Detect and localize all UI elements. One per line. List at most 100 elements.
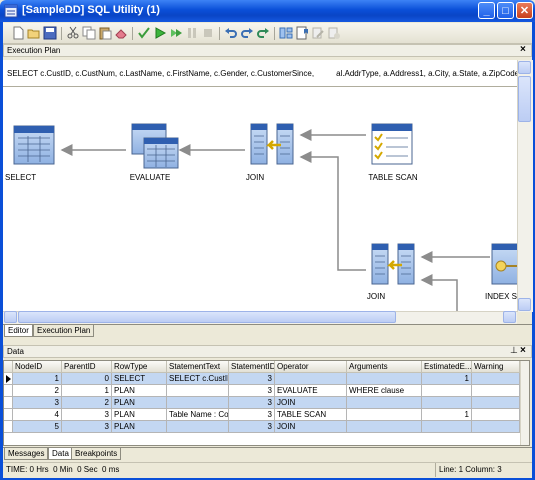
scroll-right-button[interactable] <box>503 311 516 323</box>
undo-icon[interactable] <box>224 26 238 40</box>
cell-nodeid[interactable]: 3 <box>13 397 62 409</box>
tab-data[interactable]: Data <box>48 448 73 460</box>
scroll-left-button[interactable] <box>4 311 17 323</box>
cell-estimated[interactable]: 1 <box>422 409 472 421</box>
pause-icon[interactable] <box>185 26 199 40</box>
cell-operator[interactable]: TABLE SCAN <box>275 409 347 421</box>
check-icon[interactable] <box>137 26 151 40</box>
cell-rowtype[interactable]: PLAN <box>112 421 167 433</box>
table-row[interactable]: 2 1 PLAN 3 EVALUATE WHERE clause <box>4 385 520 397</box>
cell-parentid[interactable]: 3 <box>62 409 112 421</box>
data-grid[interactable]: NodeID ParentID RowType StatementText St… <box>3 360 530 446</box>
cell-arguments[interactable] <box>347 397 422 409</box>
cell-operator[interactable]: JOIN <box>275 397 347 409</box>
column-header-statementtext[interactable]: StatementText <box>167 361 229 373</box>
cell-statementtext[interactable]: Table Name : Co <box>167 409 229 421</box>
maximize-button[interactable]: □ <box>497 2 514 19</box>
cell-operator[interactable]: EVALUATE <box>275 385 347 397</box>
cell-estimated[interactable] <box>422 421 472 433</box>
redo-all-icon[interactable] <box>256 26 270 40</box>
copy-icon[interactable] <box>82 26 96 40</box>
cell-parentid[interactable]: 2 <box>62 397 112 409</box>
cell-arguments[interactable] <box>347 373 422 385</box>
tab-breakpoints[interactable]: Breakpoints <box>71 448 122 460</box>
tab-execution-plan[interactable]: Execution Plan <box>33 325 95 337</box>
table-row[interactable]: 4 3 PLAN Table Name : Co 3 TABLE SCAN 1 <box>4 409 520 421</box>
cell-parentid[interactable]: 1 <box>62 385 112 397</box>
cell-warning[interactable] <box>472 397 520 409</box>
cell-statementid[interactable]: 3 <box>229 409 275 421</box>
column-header-parentid[interactable]: ParentID <box>62 361 112 373</box>
table-row[interactable]: 3 2 PLAN 3 JOIN <box>4 397 520 409</box>
cell-statementtext[interactable]: SELECT c.CustID <box>167 373 229 385</box>
cell-statementid[interactable]: 3 <box>229 397 275 409</box>
redo-icon[interactable] <box>240 26 254 40</box>
column-header-warning[interactable]: Warning <box>472 361 520 373</box>
scroll-thumb[interactable] <box>518 76 531 122</box>
pin-icon[interactable]: ⊥ <box>510 345 518 356</box>
cell-warning[interactable] <box>472 421 520 433</box>
join-node-2-icon[interactable] <box>371 243 415 285</box>
column-header-nodeid[interactable]: NodeID <box>13 361 62 373</box>
cell-nodeid[interactable]: 2 <box>13 385 62 397</box>
new-file-icon[interactable] <box>11 26 25 40</box>
cell-arguments[interactable] <box>347 409 422 421</box>
index-scan-node-icon[interactable] <box>491 243 517 285</box>
paste-icon[interactable] <box>98 26 112 40</box>
cut-icon[interactable] <box>66 26 80 40</box>
cell-nodeid[interactable]: 4 <box>13 409 62 421</box>
bookmark-icon[interactable] <box>295 26 309 40</box>
table-row[interactable]: 5 3 PLAN 3 JOIN <box>4 421 520 433</box>
horizontal-scroll-thumb[interactable] <box>18 311 396 323</box>
join-node-icon[interactable] <box>250 123 294 165</box>
cell-warning[interactable] <box>472 409 520 421</box>
open-folder-icon[interactable] <box>27 26 41 40</box>
close-button[interactable]: ✕ <box>516 2 533 19</box>
cell-arguments[interactable]: WHERE clause <box>347 385 422 397</box>
tab-messages[interactable]: Messages <box>4 448 49 460</box>
run-icon[interactable] <box>153 26 167 40</box>
cell-statementid[interactable]: 3 <box>229 373 275 385</box>
layout-icon[interactable] <box>279 26 293 40</box>
minimize-button[interactable]: _ <box>478 2 495 19</box>
cell-operator[interactable]: JOIN <box>275 421 347 433</box>
close-data-panel-button[interactable]: × <box>520 346 526 356</box>
save-icon[interactable] <box>43 26 57 40</box>
cell-arguments[interactable] <box>347 421 422 433</box>
cell-estimated[interactable] <box>422 397 472 409</box>
column-header-statementid[interactable]: StatementID <box>229 361 275 373</box>
cell-parentid[interactable]: 3 <box>62 421 112 433</box>
column-header-arguments[interactable]: Arguments <box>347 361 422 373</box>
cell-statementtext[interactable] <box>167 385 229 397</box>
cell-warning[interactable] <box>472 373 520 385</box>
evaluate-node-icon[interactable] <box>131 123 179 169</box>
table-scan-node-icon[interactable] <box>371 123 413 165</box>
cell-parentid[interactable]: 0 <box>62 373 112 385</box>
tab-editor[interactable]: Editor <box>4 325 33 337</box>
close-execution-plan-button[interactable]: × <box>520 45 526 55</box>
cell-rowtype[interactable]: PLAN <box>112 385 167 397</box>
scroll-down-button[interactable] <box>518 298 531 311</box>
tools-icon[interactable] <box>327 26 341 40</box>
eraser-icon[interactable] <box>114 26 128 40</box>
column-header-rowtype[interactable]: RowType <box>112 361 167 373</box>
cell-statementid[interactable]: 3 <box>229 385 275 397</box>
cell-rowtype[interactable]: SELECT <box>112 373 167 385</box>
scroll-up-button[interactable] <box>518 61 531 74</box>
cell-rowtype[interactable]: PLAN <box>112 397 167 409</box>
cell-operator[interactable] <box>275 373 347 385</box>
stop-icon[interactable] <box>201 26 215 40</box>
select-node-icon[interactable] <box>13 125 55 165</box>
table-row[interactable]: 1 0 SELECT SELECT c.CustID 3 1 <box>4 373 520 385</box>
cell-warning[interactable] <box>472 385 520 397</box>
cell-rowtype[interactable]: PLAN <box>112 409 167 421</box>
cell-nodeid[interactable]: 1 <box>13 373 62 385</box>
cell-estimated[interactable] <box>422 385 472 397</box>
cell-statementtext[interactable] <box>167 397 229 409</box>
cell-estimated[interactable]: 1 <box>422 373 472 385</box>
edit-icon[interactable] <box>311 26 325 40</box>
run-step-icon[interactable] <box>169 26 183 40</box>
grid-vertical-scrollbar[interactable] <box>520 361 529 445</box>
cell-statementtext[interactable] <box>167 421 229 433</box>
cell-nodeid[interactable]: 5 <box>13 421 62 433</box>
